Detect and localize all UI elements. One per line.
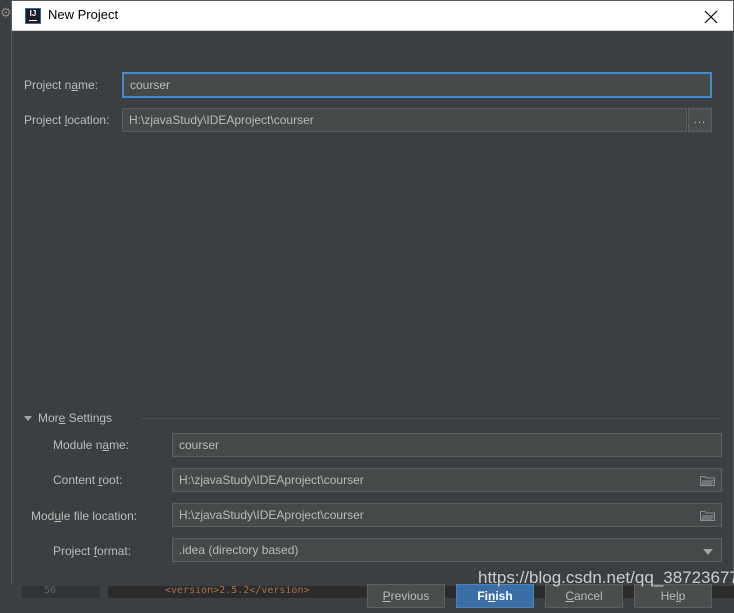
more-settings-section-header[interactable]: More Settings bbox=[24, 411, 719, 427]
content-root-label: Content root: bbox=[53, 473, 123, 487]
app-icon-underline bbox=[29, 20, 37, 21]
previous-button[interactable]: Previous bbox=[367, 584, 445, 608]
app-icon-glyph: IJ bbox=[29, 9, 37, 18]
window-title: New Project bbox=[48, 7, 119, 22]
dialog-body: Project name: courser Project location: … bbox=[12, 31, 733, 608]
chevron-down-icon bbox=[703, 549, 713, 555]
ellipsis-icon: ... bbox=[693, 114, 707, 126]
help-button[interactable]: Help bbox=[634, 584, 712, 608]
folder-icon[interactable] bbox=[700, 474, 715, 487]
close-icon[interactable] bbox=[689, 1, 733, 30]
gear-icon[interactable]: ⚙ bbox=[0, 6, 11, 20]
new-project-dialog: IJ New Project Project name: courser Pro… bbox=[11, 0, 734, 608]
folder-icon[interactable] bbox=[700, 509, 715, 522]
project-name-label: Project name: bbox=[24, 78, 99, 92]
dialog-button-row: Previous Finish Cancel Help bbox=[12, 579, 734, 613]
project-name-input[interactable]: courser bbox=[122, 72, 712, 98]
intellij-idea-icon: IJ bbox=[25, 8, 41, 24]
content-root-value: H:\zjavaStudy\IDEAproject\courser bbox=[179, 473, 364, 487]
finish-button[interactable]: Finish bbox=[456, 584, 534, 608]
more-settings-label: More Settings bbox=[38, 411, 113, 425]
module-name-input[interactable]: courser bbox=[172, 433, 722, 457]
module-file-location-label: Module file location: bbox=[31, 509, 138, 523]
project-format-value: .idea (directory based) bbox=[179, 543, 299, 557]
cancel-button[interactable]: Cancel bbox=[545, 584, 623, 608]
chevron-down-icon bbox=[24, 416, 32, 421]
project-location-input[interactable]: H:\zjavaStudy\IDEAproject\courser bbox=[122, 108, 687, 132]
project-format-label: Project format: bbox=[53, 544, 132, 558]
project-location-label: Project location: bbox=[24, 113, 110, 127]
section-divider bbox=[142, 418, 719, 419]
module-name-label: Module name: bbox=[53, 438, 130, 452]
module-file-location-input[interactable]: H:\zjavaStudy\IDEAproject\courser bbox=[172, 503, 722, 527]
dialog-title-bar: IJ New Project bbox=[12, 1, 733, 31]
content-root-input[interactable]: H:\zjavaStudy\IDEAproject\courser bbox=[172, 468, 722, 492]
project-format-select[interactable]: .idea (directory based) bbox=[172, 538, 722, 562]
module-file-location-value: H:\zjavaStudy\IDEAproject\courser bbox=[179, 508, 364, 522]
browse-location-button[interactable]: ... bbox=[688, 108, 712, 132]
